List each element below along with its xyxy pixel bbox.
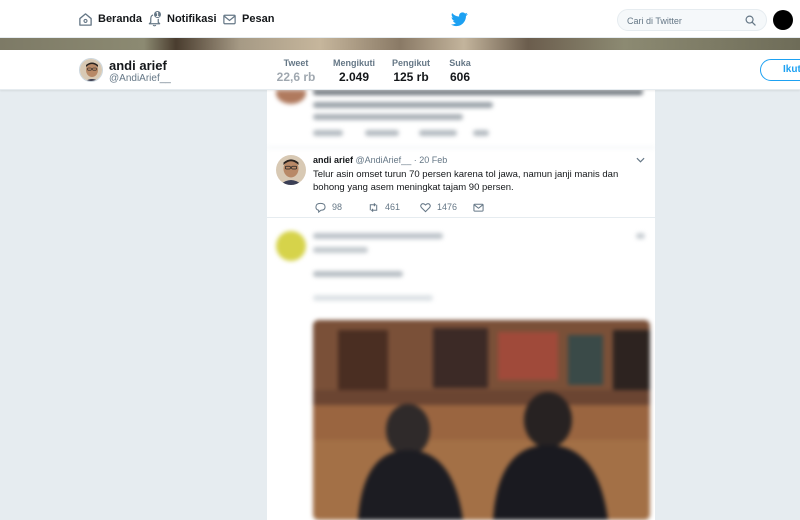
profile-bar: andi arief @AndiArief__ Tweet 22,6 rb Me… — [0, 50, 800, 90]
tweet-date[interactable]: 20 Feb — [419, 155, 447, 165]
stat-likes[interactable]: Suka 606 — [446, 58, 474, 84]
stat-followers[interactable]: Pengikut 125 rb — [390, 58, 432, 84]
heart-icon — [420, 202, 431, 212]
stat-value: 22,6 rb — [276, 70, 316, 84]
stat-tweets[interactable]: Tweet 22,6 rb — [275, 58, 317, 84]
user-avatar[interactable] — [773, 10, 793, 30]
profile-avatar[interactable] — [79, 58, 103, 82]
like-count: 1476 — [437, 202, 458, 212]
direct-message-icon — [473, 203, 484, 212]
profile-handle: @AndiArief__ — [109, 73, 171, 84]
tweet-header: andi arief @AndiArief__ · 20 Feb — [313, 155, 447, 165]
tweet-photo[interactable] — [313, 320, 650, 520]
stat-value: 125 rb — [393, 70, 429, 84]
stat-label: Mengikuti — [333, 58, 375, 68]
profile-header-image — [0, 38, 800, 50]
home-icon — [79, 12, 92, 26]
stat-label: Pengikut — [391, 58, 430, 68]
tweet-separator: · — [413, 155, 417, 165]
timeline: andi arief @AndiArief__ · 20 Feb Telur a… — [267, 90, 655, 520]
notification-badge: 1 — [153, 10, 162, 19]
nav-messages-label: Pesan — [242, 13, 275, 25]
search-input[interactable] — [627, 14, 737, 27]
tweet-author-handle[interactable]: @AndiArief__ — [356, 155, 412, 165]
blurred-tweet — [267, 90, 655, 148]
chevron-down-icon[interactable] — [636, 157, 645, 163]
stat-value: 2.049 — [338, 70, 370, 84]
tweet-author-name[interactable]: andi arief — [313, 155, 353, 165]
stat-label: Suka — [449, 58, 471, 68]
stat-label: Tweet — [283, 58, 309, 68]
reply-button[interactable]: 98 — [315, 201, 342, 213]
retweet-icon — [369, 202, 378, 212]
profile-name: andi arief — [109, 58, 167, 73]
nav-home-label: Beranda — [98, 13, 143, 25]
follow-button[interactable]: Ikuti — [760, 59, 800, 81]
search-box[interactable] — [617, 9, 767, 31]
tweet[interactable]: andi arief @AndiArief__ · 20 Feb Telur a… — [267, 148, 655, 218]
stat-value: 606 — [449, 70, 471, 84]
reply-icon — [315, 202, 326, 213]
reply-count: 98 — [332, 202, 343, 212]
tweet-text: Telur asin omset turun 70 persen karena … — [313, 169, 619, 193]
blurred-tweet-with-photo — [267, 219, 655, 520]
tweet-avatar[interactable] — [276, 155, 306, 185]
nav-notifications-label: Notifikasi — [167, 13, 217, 25]
top-navigation: Beranda 1 Notifikasi Pesan — [0, 0, 800, 38]
search-icon[interactable] — [745, 15, 756, 26]
twitter-bird-icon[interactable] — [451, 12, 468, 27]
nav-messages[interactable]: Pesan — [222, 0, 274, 38]
retweet-button[interactable]: 461 — [368, 201, 400, 213]
stat-following[interactable]: Mengikuti 2.049 — [332, 58, 376, 84]
nav-home[interactable]: Beranda — [78, 0, 142, 38]
retweet-count: 461 — [385, 202, 401, 212]
mail-icon — [223, 14, 236, 24]
direct-message-button[interactable] — [473, 201, 490, 213]
like-button[interactable]: 1476 — [420, 201, 457, 213]
nav-notifications[interactable]: 1 Notifikasi — [147, 0, 217, 38]
